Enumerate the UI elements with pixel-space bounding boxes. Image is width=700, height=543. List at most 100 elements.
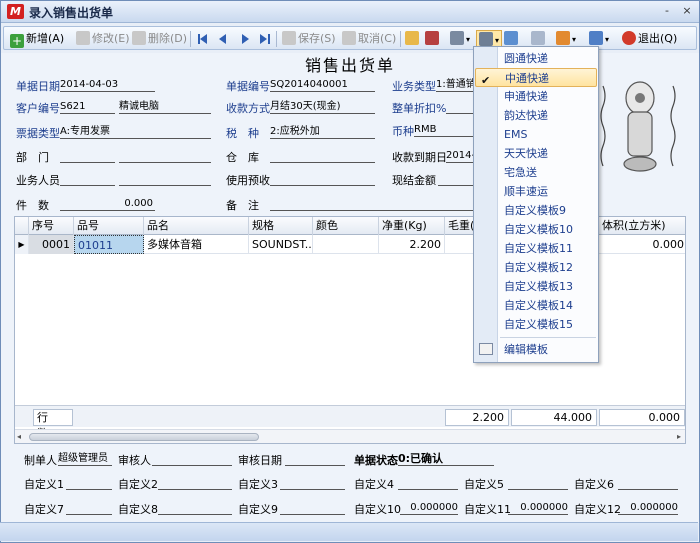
cell-spec[interactable]: SOUNDST... — [249, 235, 313, 254]
cell-volume[interactable]: 0.000 — [599, 235, 685, 254]
menu-item-tiantian[interactable]: 天天快递 — [500, 144, 596, 163]
payment-field[interactable]: 月结30天(现金) — [270, 100, 375, 114]
print-button[interactable]: ▾ — [450, 30, 470, 47]
remark-field[interactable] — [270, 197, 474, 211]
discount-field[interactable] — [446, 100, 474, 114]
menu-item-ems[interactable]: EMS — [500, 125, 596, 144]
menu-item-template9[interactable]: 自定义模板9 — [500, 201, 596, 220]
delete-button[interactable]: 删除(D) — [132, 30, 187, 47]
doc-no-field[interactable]: SQ2014040001 — [270, 78, 375, 92]
express-template-menu: 圆通快递 ✔ 中通快递 申通快递 韵达快递 EMS 天天快递 宅急送 顺丰速运 自… — [473, 46, 599, 363]
menu-item-yunda[interactable]: 韵达快递 — [500, 106, 596, 125]
open-folder-button[interactable] — [405, 30, 421, 47]
col-volume[interactable]: 体积(立方米) — [599, 217, 685, 235]
menu-item-template12[interactable]: 自定义模板12 — [500, 258, 596, 277]
col-name[interactable]: 品名 — [144, 217, 249, 235]
close-window-button[interactable]: × — [679, 4, 695, 19]
cash-field[interactable] — [438, 172, 474, 186]
prepay-field[interactable] — [270, 172, 375, 186]
cell-name[interactable]: 多媒体音箱 — [144, 235, 249, 254]
menu-item-template13[interactable]: 自定义模板13 — [500, 277, 596, 296]
printer-icon — [479, 32, 493, 46]
image-button[interactable]: ▾ — [556, 30, 576, 47]
menu-item-template10[interactable]: 自定义模板10 — [500, 220, 596, 239]
custom1-field[interactable] — [66, 476, 112, 490]
custom2-label: 自定义2 — [118, 478, 158, 491]
menu-item-template15[interactable]: 自定义模板15 — [500, 315, 596, 334]
scroll-right-icon[interactable]: ▸ — [677, 432, 681, 441]
minimize-button[interactable]: - — [659, 4, 675, 19]
biz-type-field[interactable]: 1:普通销 — [436, 78, 474, 92]
settings-button[interactable]: ▾ — [589, 30, 609, 47]
tax-field[interactable]: 2:应税外加 — [270, 125, 375, 139]
currency-field[interactable]: RMB — [414, 123, 474, 137]
cell-color[interactable] — [313, 235, 379, 254]
title-bar: M 录入销售出货单 - × — [1, 1, 699, 23]
custom3-field[interactable] — [280, 476, 345, 490]
custom6-field[interactable] — [618, 476, 678, 490]
discount-label: 整单折扣% — [392, 102, 447, 115]
biz-type-label: 业务类型 — [392, 80, 436, 93]
customer-label: 客户编号 — [16, 102, 60, 115]
menu-item-yuantong[interactable]: 圆通快递 — [500, 49, 596, 68]
scrollbar-thumb[interactable] — [29, 433, 259, 441]
add-button[interactable]: + 新增(A) — [10, 30, 64, 48]
custom7-field[interactable] — [66, 501, 112, 515]
dept-code-field[interactable] — [60, 149, 115, 163]
col-seq[interactable]: 序号 — [29, 217, 74, 235]
menu-item-template14[interactable]: 自定义模板14 — [500, 296, 596, 315]
cancel-icon — [342, 31, 356, 45]
cell-code[interactable]: 01011 — [74, 235, 144, 254]
col-net-weight[interactable]: 净重(Kg) — [379, 217, 445, 235]
edit-button[interactable]: 修改(E) — [76, 30, 130, 47]
menu-item-shunfeng[interactable]: 顺丰速运 — [500, 182, 596, 201]
col-color[interactable]: 颜色 — [313, 217, 379, 235]
toolbar-separator — [276, 31, 277, 47]
duplicate-button[interactable] — [531, 30, 547, 47]
cell-net-weight[interactable]: 2.200 — [379, 235, 445, 254]
custom4-field[interactable] — [398, 476, 458, 490]
edit-label: 修改(E) — [92, 32, 130, 45]
save-button[interactable]: 保存(S) — [282, 30, 336, 47]
customer-code-field[interactable]: S621 — [60, 100, 115, 114]
due-field[interactable]: 2014- — [446, 149, 474, 163]
cell-gross-weight[interactable] — [445, 235, 475, 254]
menu-item-shentong[interactable]: 申通快递 — [500, 87, 596, 106]
custom2-field[interactable] — [158, 476, 232, 490]
warehouse-label: 仓 库 — [226, 151, 259, 164]
scroll-left-icon[interactable]: ◂ — [17, 432, 21, 441]
custom8-label: 自定义8 — [118, 503, 158, 516]
menu-item-zhaijisong[interactable]: 宅急送 — [500, 163, 596, 182]
custom9-field[interactable] — [280, 501, 345, 515]
copy-button[interactable] — [504, 30, 520, 47]
col-code[interactable]: 品号 — [74, 217, 144, 235]
custom11-field[interactable]: 0.000000 — [508, 501, 568, 515]
custom8-field[interactable] — [158, 501, 232, 515]
menu-gutter — [474, 47, 498, 362]
custom12-field[interactable]: 0.000000 — [618, 501, 678, 515]
express-print-button[interactable]: ▾ — [476, 30, 503, 47]
warehouse-field[interactable] — [270, 149, 375, 163]
status-label: 单据状态 — [354, 454, 398, 467]
custom5-field[interactable] — [508, 476, 568, 490]
customer-name-field: 精诚电脑 — [119, 100, 211, 114]
staff-code-field[interactable] — [60, 172, 115, 186]
col-gross-weight[interactable]: 毛重( — [445, 217, 475, 235]
col-spec[interactable]: 规格 — [249, 217, 313, 235]
due-label: 收款到期日 — [392, 151, 447, 164]
export-button[interactable] — [425, 30, 441, 47]
next-record-icon — [242, 34, 249, 44]
menu-item-edit-template[interactable]: 编辑模板 — [500, 340, 596, 359]
doc-date-field[interactable]: 2014-04-03 — [60, 78, 155, 92]
pieces-field[interactable]: 0.000 — [60, 197, 155, 211]
menu-item-template11[interactable]: 自定义模板11 — [500, 239, 596, 258]
horizontal-scrollbar[interactable]: ◂ ▸ — [15, 429, 685, 443]
payment-label: 收款方式 — [226, 102, 270, 115]
custom10-field[interactable]: 0.000000 — [400, 501, 458, 515]
menu-item-zhongtong[interactable]: ✔ 中通快递 — [475, 68, 597, 87]
pencil-icon — [76, 31, 90, 45]
exit-button[interactable]: 退出(Q) — [622, 30, 677, 47]
copy-icon — [504, 31, 518, 45]
cancel-button[interactable]: 取消(C) — [342, 30, 396, 47]
invoice-field[interactable]: A:专用发票 — [60, 125, 211, 139]
